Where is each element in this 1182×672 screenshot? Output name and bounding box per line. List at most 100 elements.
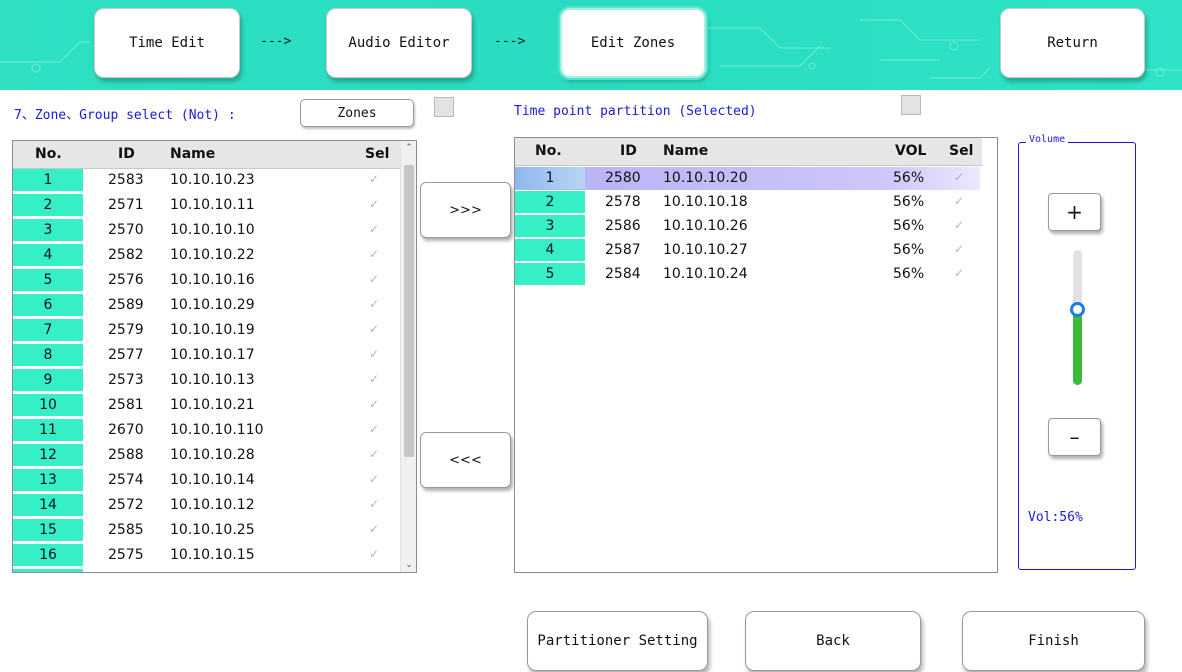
table-row[interactable]: 1 2580 10.10.10.20 56% ✓ xyxy=(515,167,980,190)
table-row[interactable]: 3 2586 10.10.10.26 56% ✓ xyxy=(515,215,980,238)
table-row[interactable]: 2 2578 10.10.10.18 56% ✓ xyxy=(515,191,980,214)
header-sel: Sel xyxy=(949,143,974,159)
table-row[interactable]: 10 2581 10.10.10.21 ✓ xyxy=(13,394,401,417)
add-zone-label: >>> xyxy=(449,202,482,218)
zones-button[interactable]: Zones xyxy=(300,99,414,127)
table-row[interactable]: 8 2577 10.10.10.17 ✓ xyxy=(13,344,401,367)
row-vol-cell: 56% xyxy=(893,218,925,234)
step-audio-editor-button[interactable]: Audio Editor xyxy=(326,8,472,78)
table-row[interactable]: 11 2670 10.10.10.110 ✓ xyxy=(13,419,401,442)
row-id-cell: 2576 xyxy=(108,272,144,288)
return-label: Return xyxy=(1047,35,1098,51)
step-arrow: ---> xyxy=(494,34,526,49)
row-name-cell: 10.10.10.26 xyxy=(663,218,748,234)
zones-button-label: Zones xyxy=(337,105,377,121)
table-row[interactable]: 6 2589 10.10.10.29 ✓ xyxy=(13,294,401,317)
row-number-cell: 8 xyxy=(13,344,83,366)
zone-select-all-checkbox[interactable] xyxy=(434,97,454,117)
table-row[interactable]: 2 2571 10.10.10.11 ✓ xyxy=(13,194,401,217)
table-row[interactable]: 13 2574 10.10.10.14 ✓ xyxy=(13,469,401,492)
header-name: Name xyxy=(663,143,709,159)
row-name-cell: 10.10.10.25 xyxy=(170,522,255,538)
selected-all-checkbox[interactable] xyxy=(901,95,921,115)
partitioner-setting-button[interactable]: Partitioner Setting xyxy=(527,611,708,671)
row-select-checkbox[interactable]: ✓ xyxy=(367,322,381,336)
row-select-checkbox[interactable]: ✓ xyxy=(367,247,381,261)
step-label: Audio Editor xyxy=(348,35,450,51)
table-row[interactable]: 5 2576 10.10.10.16 ✓ xyxy=(13,269,401,292)
row-number-cell: 13 xyxy=(13,469,83,491)
remove-zone-label: <<< xyxy=(449,452,482,468)
table-row[interactable]: 5 2584 10.10.10.24 56% ✓ xyxy=(515,263,980,286)
step-time-edit-button[interactable]: Time Edit xyxy=(94,8,240,78)
row-select-checkbox[interactable]: ✓ xyxy=(367,347,381,361)
top-banner: Time Edit ---> Audio Editor ---> Edit Zo… xyxy=(0,0,1182,90)
table-row[interactable]: 7 2579 10.10.10.19 ✓ xyxy=(13,319,401,342)
volume-up-button[interactable]: + xyxy=(1048,193,1101,231)
row-number-cell: 2 xyxy=(13,194,83,216)
row-number-cell: 11 xyxy=(13,419,83,441)
add-zone-button[interactable]: >>> xyxy=(420,182,511,238)
row-vol-cell: 56% xyxy=(893,266,925,282)
table-row[interactable]: 4 2587 10.10.10.27 56% ✓ xyxy=(515,239,980,262)
row-number-cell xyxy=(13,569,83,572)
table-row[interactable]: 1 2583 10.10.10.23 ✓ xyxy=(13,169,401,192)
table-row[interactable]: 15 2585 10.10.10.25 ✓ xyxy=(13,519,401,542)
selected-zone-table[interactable]: No. ID Name VOL Sel 1 2580 10.10.10.20 56% ✓… xyxy=(514,137,998,573)
row-select-checkbox[interactable]: ✓ xyxy=(367,272,381,286)
row-select-checkbox[interactable]: ✓ xyxy=(367,197,381,211)
zone-table[interactable]: No. ID Name Sel 1 2583 10.10.10.23 ✓ 2 2571 10… xyxy=(12,140,417,573)
table-row[interactable]: 16 2575 10.10.10.15 ✓ xyxy=(13,544,401,567)
row-select-checkbox[interactable]: ✓ xyxy=(367,547,381,561)
row-select-checkbox[interactable]: ✓ xyxy=(952,170,966,184)
return-button[interactable]: Return xyxy=(1000,8,1145,78)
volume-down-button[interactable]: – xyxy=(1048,418,1101,456)
row-select-checkbox[interactable]: ✓ xyxy=(367,397,381,411)
row-select-checkbox[interactable]: ✓ xyxy=(367,422,381,436)
row-select-checkbox[interactable]: ✓ xyxy=(367,222,381,236)
volume-slider-knob[interactable] xyxy=(1070,301,1085,317)
row-select-checkbox[interactable]: ✓ xyxy=(952,218,966,232)
row-select-checkbox[interactable]: ✓ xyxy=(367,522,381,536)
row-id-cell: 2587 xyxy=(605,242,641,258)
row-name-cell: 10.10.10.19 xyxy=(170,322,255,338)
row-select-checkbox[interactable]: ✓ xyxy=(367,472,381,486)
row-id-cell: 2580 xyxy=(605,170,641,186)
row-select-checkbox[interactable]: ✓ xyxy=(367,447,381,461)
scroll-down-icon[interactable]: ⌄ xyxy=(403,560,415,570)
row-name-cell: 10.10.10.29 xyxy=(170,297,255,313)
scroll-thumb[interactable] xyxy=(404,165,414,457)
row-select-checkbox[interactable]: ✓ xyxy=(952,194,966,208)
header-no: No. xyxy=(535,143,562,159)
row-select-checkbox[interactable]: ✓ xyxy=(952,266,966,280)
row-number-cell: 4 xyxy=(515,239,585,261)
row-name-cell: 10.10.10.17 xyxy=(170,347,255,363)
selected-zones-title: Time point partition (Selected) xyxy=(514,104,757,119)
row-id-cell: 2579 xyxy=(108,322,144,338)
row-select-checkbox[interactable]: ✓ xyxy=(367,497,381,511)
scroll-up-icon[interactable]: ⌃ xyxy=(403,143,415,153)
row-select-checkbox[interactable]: ✓ xyxy=(952,242,966,256)
remove-zone-button[interactable]: <<< xyxy=(420,432,511,488)
volume-slider[interactable] xyxy=(1070,250,1085,385)
row-id-cell: 2585 xyxy=(108,522,144,538)
table-row[interactable]: 9 2573 10.10.10.13 ✓ xyxy=(13,369,401,392)
volume-readout: Vol:56% xyxy=(1028,510,1083,525)
step-edit-zones-button[interactable]: Edit Zones xyxy=(560,8,706,78)
finish-button[interactable]: Finish xyxy=(962,611,1145,671)
row-select-checkbox[interactable]: ✓ xyxy=(367,172,381,186)
row-vol-cell: 56% xyxy=(893,242,925,258)
step-label: Time Edit xyxy=(129,35,205,51)
row-name-cell: 10.10.10.15 xyxy=(170,547,255,563)
row-id-cell: 2574 xyxy=(108,472,144,488)
row-select-checkbox[interactable]: ✓ xyxy=(367,297,381,311)
table-row[interactable]: 14 2572 10.10.10.12 ✓ xyxy=(13,494,401,517)
row-name-cell: 10.10.10.110 xyxy=(170,422,264,438)
zone-table-scrollbar[interactable]: ⌃ ⌄ xyxy=(400,141,416,572)
back-button[interactable]: Back xyxy=(745,611,921,671)
row-vol-cell: 56% xyxy=(893,194,925,210)
table-row[interactable]: 3 2570 10.10.10.10 ✓ xyxy=(13,219,401,242)
row-select-checkbox[interactable]: ✓ xyxy=(367,372,381,386)
table-row[interactable]: 12 2588 10.10.10.28 ✓ xyxy=(13,444,401,467)
table-row[interactable]: 4 2582 10.10.10.22 ✓ xyxy=(13,244,401,267)
